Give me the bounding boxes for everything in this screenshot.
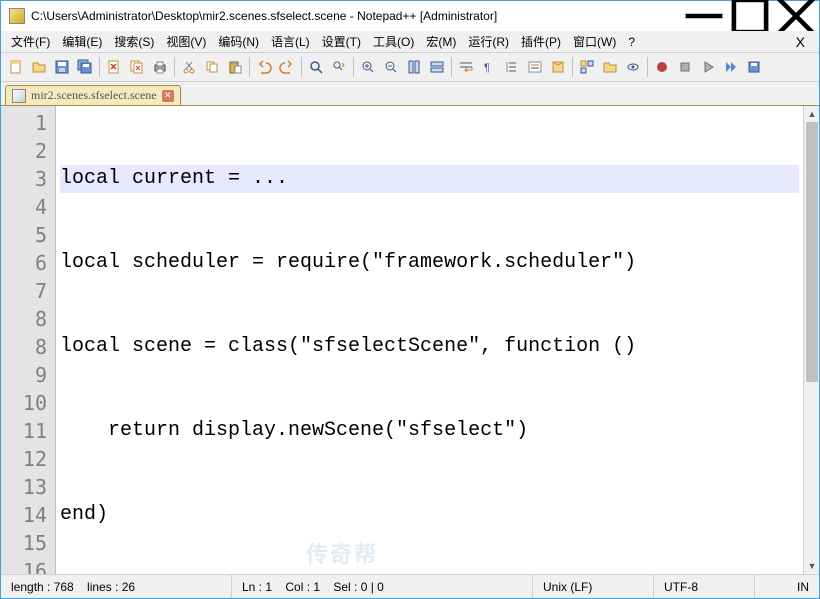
new-file-icon[interactable] [5, 56, 27, 78]
indent-guide-icon[interactable] [501, 56, 523, 78]
cut-icon[interactable] [178, 56, 200, 78]
menu-run[interactable]: 运行(R) [462, 31, 515, 52]
status-length: length : 768 lines : 26 [1, 575, 231, 598]
code-line: local current = ... [60, 165, 799, 193]
tab-label: mir2.scenes.sfselect.scene [31, 88, 157, 103]
file-icon [12, 89, 26, 103]
menu-encoding[interactable]: 编码(N) [212, 31, 265, 52]
toolbar-sep [174, 57, 175, 77]
menu-macro[interactable]: 宏(M) [420, 31, 462, 52]
zoom-out-icon[interactable] [380, 56, 402, 78]
watermark: 传奇帮 [306, 541, 378, 569]
undo-icon[interactable] [253, 56, 275, 78]
line-number-gutter[interactable]: 1 2 3 4 5 6 7 8 8 9 10 11 12 13 14 15 16 [1, 106, 56, 574]
editor: 1 2 3 4 5 6 7 8 8 9 10 11 12 13 14 15 16… [1, 106, 819, 574]
copy-icon[interactable] [201, 56, 223, 78]
window-title: C:\Users\Administrator\Desktop\mir2.scen… [31, 9, 681, 23]
tab-file[interactable]: mir2.scenes.sfselect.scene ✕ [5, 85, 181, 105]
redo-icon[interactable] [276, 56, 298, 78]
code-line: return display.newScene("sfselect") [60, 417, 799, 445]
sync-h-icon[interactable] [426, 56, 448, 78]
menu-edit[interactable]: 编辑(E) [56, 31, 108, 52]
vertical-scrollbar[interactable]: ▲ ▼ [803, 106, 819, 574]
scroll-down-icon[interactable]: ▼ [804, 558, 819, 574]
macro-save-icon[interactable] [743, 56, 765, 78]
app-window: C:\Users\Administrator\Desktop\mir2.scen… [0, 0, 820, 599]
status-bar: length : 768 lines : 26 Ln : 1 Col : 1 S… [1, 574, 819, 598]
menu-file[interactable]: 文件(F) [5, 31, 56, 52]
docmap-icon[interactable] [547, 56, 569, 78]
status-mode[interactable]: IN [755, 575, 819, 598]
toolbar: ¶ [1, 53, 819, 82]
toolbar-sep [572, 57, 573, 77]
toolbar-sep [353, 57, 354, 77]
wordwrap-icon[interactable] [455, 56, 477, 78]
minimize-button[interactable] [681, 1, 727, 31]
find-icon[interactable] [305, 56, 327, 78]
macro-play-icon[interactable] [697, 56, 719, 78]
menu-tools[interactable]: 工具(O) [367, 31, 420, 52]
menu-window[interactable]: 窗口(W) [567, 31, 622, 52]
save-all-icon[interactable] [74, 56, 96, 78]
monitor-icon[interactable] [622, 56, 644, 78]
toolbar-sep [99, 57, 100, 77]
close-file-icon[interactable] [103, 56, 125, 78]
open-file-icon[interactable] [28, 56, 50, 78]
scroll-up-icon[interactable]: ▲ [804, 106, 819, 122]
zoom-in-icon[interactable] [357, 56, 379, 78]
code-line: local scheduler = require("framework.sch… [60, 249, 799, 277]
close-button[interactable] [773, 1, 819, 31]
toolbar-sep [647, 57, 648, 77]
svg-text:¶: ¶ [484, 62, 490, 74]
folder-view-icon[interactable] [599, 56, 621, 78]
toolbar-sep [249, 57, 250, 77]
status-position: Ln : 1 Col : 1 Sel : 0 | 0 [232, 575, 532, 598]
close-all-icon[interactable] [126, 56, 148, 78]
code-line: local scene = class("sfselectScene", fun… [60, 333, 799, 361]
menu-plugins[interactable]: 插件(P) [515, 31, 567, 52]
menubar-x-button[interactable]: X [786, 34, 815, 50]
menu-language[interactable]: 语言(L) [265, 31, 316, 52]
app-icon [9, 8, 25, 24]
print-icon[interactable] [149, 56, 171, 78]
replace-icon[interactable] [328, 56, 350, 78]
sync-v-icon[interactable] [403, 56, 425, 78]
funclist-icon[interactable] [576, 56, 598, 78]
macro-record-icon[interactable] [651, 56, 673, 78]
code-line: end) [60, 501, 799, 529]
show-chars-icon[interactable]: ¶ [478, 56, 500, 78]
toolbar-sep [451, 57, 452, 77]
udl-icon[interactable] [524, 56, 546, 78]
menu-view[interactable]: 视图(V) [160, 31, 212, 52]
window-controls [681, 1, 819, 31]
paste-icon[interactable] [224, 56, 246, 78]
tab-bar: mir2.scenes.sfselect.scene ✕ [1, 82, 819, 106]
status-eol[interactable]: Unix (LF) [533, 575, 653, 598]
menu-help[interactable]: ? [622, 33, 641, 51]
save-icon[interactable] [51, 56, 73, 78]
scrollbar-thumb[interactable] [806, 122, 818, 382]
macro-multi-icon[interactable] [720, 56, 742, 78]
toolbar-sep [301, 57, 302, 77]
maximize-button[interactable] [727, 1, 773, 31]
status-encoding[interactable]: UTF-8 [654, 575, 754, 598]
tab-close-button[interactable]: ✕ [162, 90, 174, 102]
menu-settings[interactable]: 设置(T) [316, 31, 367, 52]
title-bar[interactable]: C:\Users\Administrator\Desktop\mir2.scen… [1, 1, 819, 31]
menu-bar: 文件(F) 编辑(E) 搜索(S) 视图(V) 编码(N) 语言(L) 设置(T… [1, 31, 819, 53]
macro-stop-icon[interactable] [674, 56, 696, 78]
code-area[interactable]: local current = ... local scheduler = re… [56, 106, 803, 574]
menu-search[interactable]: 搜索(S) [108, 31, 160, 52]
